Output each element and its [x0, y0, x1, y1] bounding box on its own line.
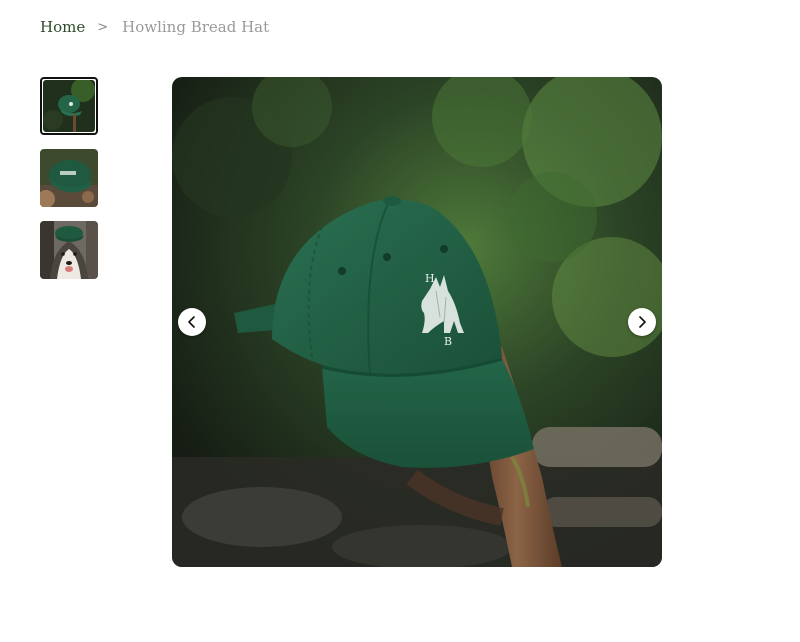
previous-image-button[interactable]: [178, 308, 206, 336]
svg-text:B: B: [444, 335, 452, 348]
cap-photo: H B: [172, 77, 662, 567]
thumbnail-2[interactable]: [40, 149, 98, 207]
chevron-left-icon: [188, 316, 195, 328]
thumbnail-image-cap-back: [40, 149, 98, 207]
thumbnail-image-cap-front: [43, 80, 95, 132]
breadcrumb-home-link[interactable]: Home: [40, 18, 85, 36]
thumbnail-list: [40, 77, 98, 293]
breadcrumb-current-page: Howling Bread Hat: [122, 18, 270, 36]
thumbnail-1[interactable]: [40, 77, 98, 135]
next-image-button[interactable]: [628, 308, 656, 336]
thumbnail-3[interactable]: [40, 221, 98, 279]
product-page: Home > Howling Bread Hat H B: [0, 0, 800, 642]
breadcrumb-separator: >: [97, 19, 109, 35]
main-product-image: H B: [172, 77, 662, 567]
chevron-right-icon: [639, 316, 646, 328]
thumbnail-image-dog: [40, 221, 98, 279]
breadcrumb: Home > Howling Bread Hat: [40, 16, 269, 38]
